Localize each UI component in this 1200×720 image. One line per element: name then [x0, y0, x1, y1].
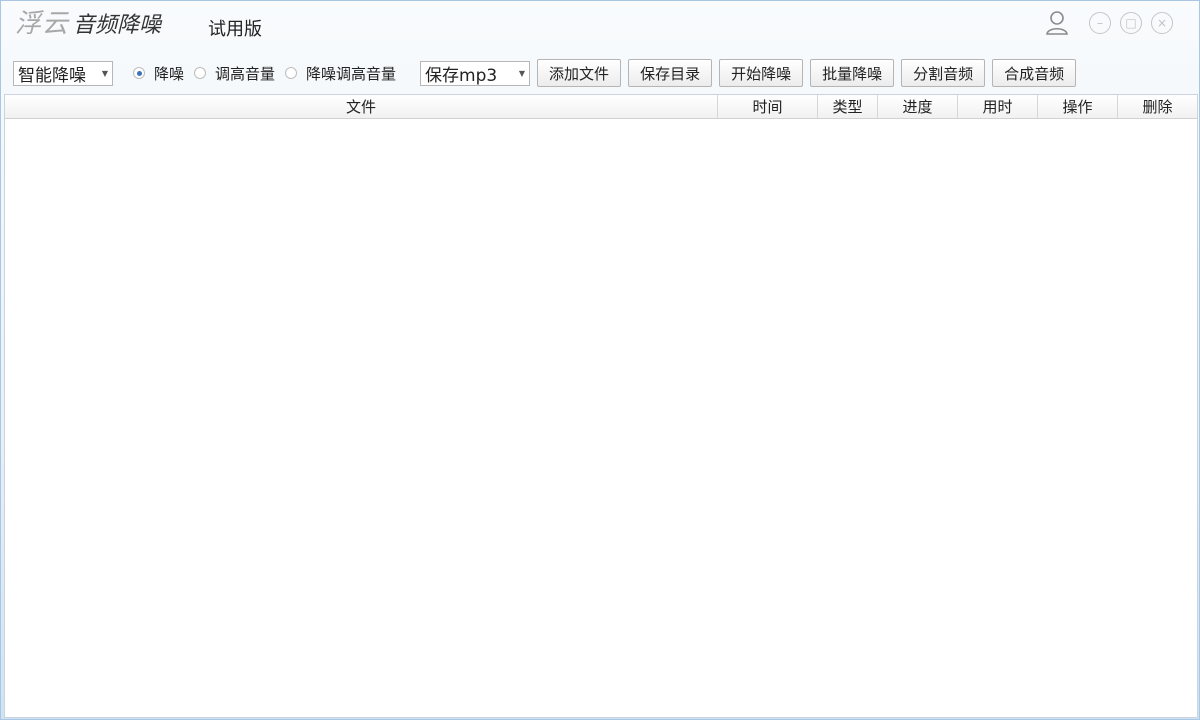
minimize-icon: – — [1097, 16, 1103, 30]
minimize-button[interactable]: – — [1089, 12, 1111, 34]
table-body[interactable] — [5, 119, 1197, 717]
user-icon[interactable] — [1044, 9, 1070, 37]
column-header-action[interactable]: 操作 — [1038, 95, 1118, 118]
radio-button[interactable] — [285, 67, 298, 79]
close-button[interactable]: × — [1151, 12, 1173, 34]
app-brand: 浮云 — [15, 9, 70, 39]
column-header-delete[interactable]: 删除 — [1118, 95, 1197, 118]
app-logo: 浮云 音频降噪 — [15, 3, 161, 40]
column-header-elapsed[interactable]: 用时 — [958, 95, 1038, 118]
window-controls: – □ × — [1044, 9, 1173, 37]
merge-audio-button[interactable]: 合成音频 — [992, 59, 1077, 87]
radio-denoise[interactable]: 降噪 — [133, 63, 184, 84]
chevron-down-icon: ▼ — [518, 68, 526, 78]
mode-select-value: 智能降噪 — [18, 65, 86, 86]
close-icon: × — [1156, 16, 1168, 30]
radio-label: 降噪 — [154, 64, 185, 83]
column-header-file[interactable]: 文件 — [5, 95, 718, 118]
format-select[interactable]: 保存mp3 ▼ — [420, 60, 531, 86]
column-header-time[interactable]: 时间 — [718, 95, 818, 118]
maximize-icon: □ — [1125, 16, 1137, 30]
column-header-progress[interactable]: 进度 — [878, 95, 958, 118]
mode-select[interactable]: 智能降噪 ▼ — [13, 60, 113, 86]
radio-volume-up[interactable]: 调高音量 — [194, 63, 275, 84]
save-directory-button[interactable]: 保存目录 — [628, 59, 713, 87]
radio-denoise-volume-up[interactable]: 降噪调高音量 — [285, 63, 396, 84]
radio-label: 调高音量 — [215, 64, 276, 83]
split-audio-button[interactable]: 分割音频 — [901, 59, 986, 87]
format-select-value: 保存mp3 — [425, 65, 498, 86]
app-product-name: 音频降噪 — [73, 13, 162, 38]
edition-label: 试用版 — [208, 19, 262, 40]
toolbar: 智能降噪 ▼ 降噪 调高音量 降噪调高音量 保存mp3 ▼ 添加文件 保存目录 … — [13, 59, 1077, 87]
chevron-down-icon: ▼ — [101, 68, 108, 78]
mode-radio-group: 降噪 调高音量 降噪调高音量 — [133, 63, 406, 84]
title-bar: 浮云 音频降噪 试用版 – □ × — [1, 1, 1200, 53]
column-header-type[interactable]: 类型 — [818, 95, 878, 118]
radio-button-checked[interactable] — [133, 67, 145, 79]
maximize-button[interactable]: □ — [1120, 12, 1142, 34]
radio-label: 降噪调高音量 — [306, 64, 397, 83]
file-table: 文件 时间 类型 进度 用时 操作 删除 — [4, 94, 1198, 718]
table-header: 文件 时间 类型 进度 用时 操作 删除 — [5, 95, 1197, 119]
add-file-button[interactable]: 添加文件 — [537, 59, 622, 87]
batch-denoise-button[interactable]: 批量降噪 — [810, 59, 895, 87]
radio-button[interactable] — [194, 67, 207, 79]
start-denoise-button[interactable]: 开始降噪 — [719, 59, 804, 87]
